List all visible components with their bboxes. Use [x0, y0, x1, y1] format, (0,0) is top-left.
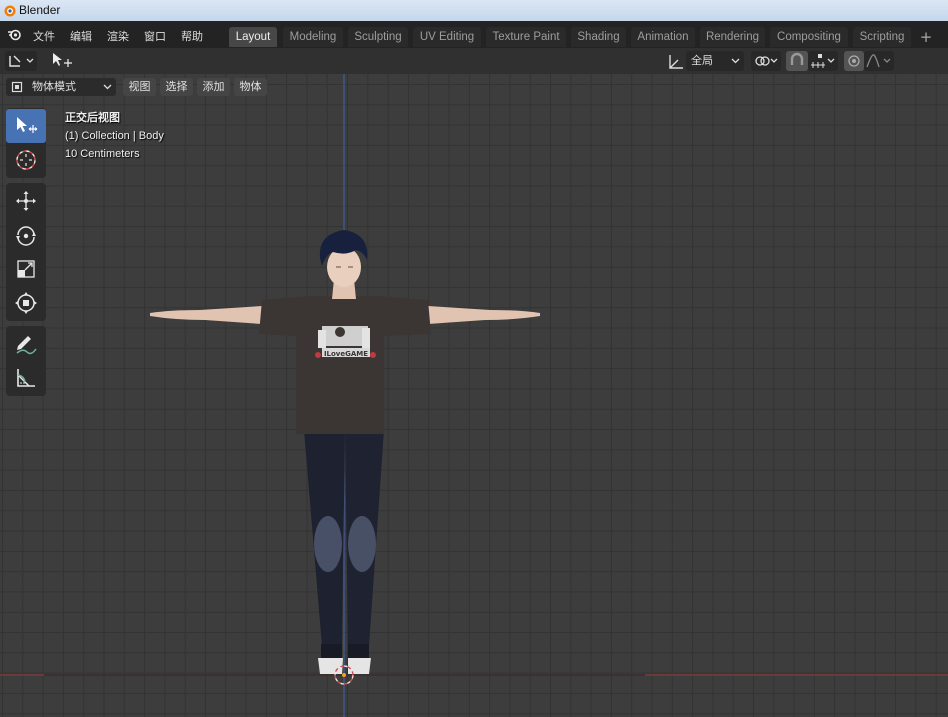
tool-settings-header: 全局: [0, 48, 948, 75]
measure-icon[interactable]: [6, 361, 46, 395]
shirt-print-text: ILoveGAME: [324, 350, 368, 358]
menu-help[interactable]: 帮助: [181, 28, 203, 44]
tab-sculpting[interactable]: Sculpting: [348, 27, 408, 47]
menu-file[interactable]: 文件: [33, 28, 55, 44]
cursor-icon[interactable]: [6, 143, 46, 177]
viewport-scene: ILoveGAME: [0, 74, 948, 717]
transform-icon[interactable]: [6, 286, 46, 320]
window-titlebar: Blender: [0, 0, 948, 21]
menu-object[interactable]: 物体: [234, 78, 267, 96]
transform-orientation-label: 全局: [691, 54, 713, 67]
tab-animation[interactable]: Animation: [631, 27, 695, 47]
viewport-header: 物体模式 视图 选择 添加 物体: [0, 75, 948, 99]
menu-select[interactable]: 选择: [160, 78, 193, 96]
left-arm: [150, 306, 262, 324]
tab-modeling[interactable]: Modeling: [283, 27, 343, 47]
grid-scale: 10 Centimeters: [65, 148, 140, 160]
tab-uv-editing[interactable]: UV Editing: [413, 27, 481, 47]
transform-orientation-icon[interactable]: [666, 52, 686, 72]
viewport-info-overlay: 正交后视图 (1) Collection | Body 10 Centimete…: [65, 109, 164, 163]
right-arm: [428, 306, 540, 324]
menu-view[interactable]: 视图: [123, 78, 156, 96]
add-workspace-button[interactable]: +: [916, 27, 936, 47]
snap-target-dropdown[interactable]: [808, 51, 838, 71]
proportional-editing-icon[interactable]: [844, 51, 864, 71]
tab-shading[interactable]: Shading: [571, 27, 626, 47]
shirt: [259, 296, 431, 434]
select-tool-icon[interactable]: [50, 51, 74, 71]
tab-scripting[interactable]: Scripting: [853, 27, 911, 47]
left-shoe: [318, 658, 343, 674]
right-shoe: [348, 658, 371, 674]
pivot-point-dropdown[interactable]: [751, 51, 781, 71]
blender-app-icon: [3, 4, 16, 17]
view-name: 正交后视图: [65, 112, 120, 124]
menu-window[interactable]: 窗口: [144, 28, 166, 44]
tab-layout[interactable]: Layout: [229, 27, 277, 47]
proportional-falloff-dropdown[interactable]: [864, 51, 894, 71]
tab-compositing[interactable]: Compositing: [770, 27, 848, 47]
left-toolbar: [6, 108, 46, 401]
3d-viewport[interactable]: ILoveGAME 正交后视图 (1) Collection | Body 10…: [0, 74, 948, 717]
window-title: Blender: [19, 3, 61, 17]
menu-edit[interactable]: 编辑: [70, 28, 92, 44]
tab-rendering[interactable]: Rendering: [700, 27, 765, 47]
mode-label: 物体模式: [32, 80, 76, 93]
rotate-icon[interactable]: [6, 218, 46, 252]
editor-type-dropdown[interactable]: [5, 51, 37, 71]
mode-dropdown[interactable]: 物体模式: [6, 78, 116, 96]
blender-menu-icon[interactable]: [7, 28, 22, 41]
menu-render[interactable]: 渲染: [107, 28, 129, 44]
collection-info: (1) Collection | Body: [65, 130, 164, 142]
snap-toggle-icon[interactable]: [786, 51, 808, 71]
annotate-icon[interactable]: [6, 327, 46, 361]
character-model: ILoveGAME: [150, 230, 540, 674]
scale-icon[interactable]: [6, 252, 46, 286]
menu-add[interactable]: 添加: [197, 78, 230, 96]
select-box-icon[interactable]: [6, 109, 46, 143]
transform-orientation-dropdown[interactable]: 全局: [686, 51, 744, 71]
tab-texture-paint[interactable]: Texture Paint: [486, 27, 566, 47]
move-icon[interactable]: [6, 184, 46, 218]
